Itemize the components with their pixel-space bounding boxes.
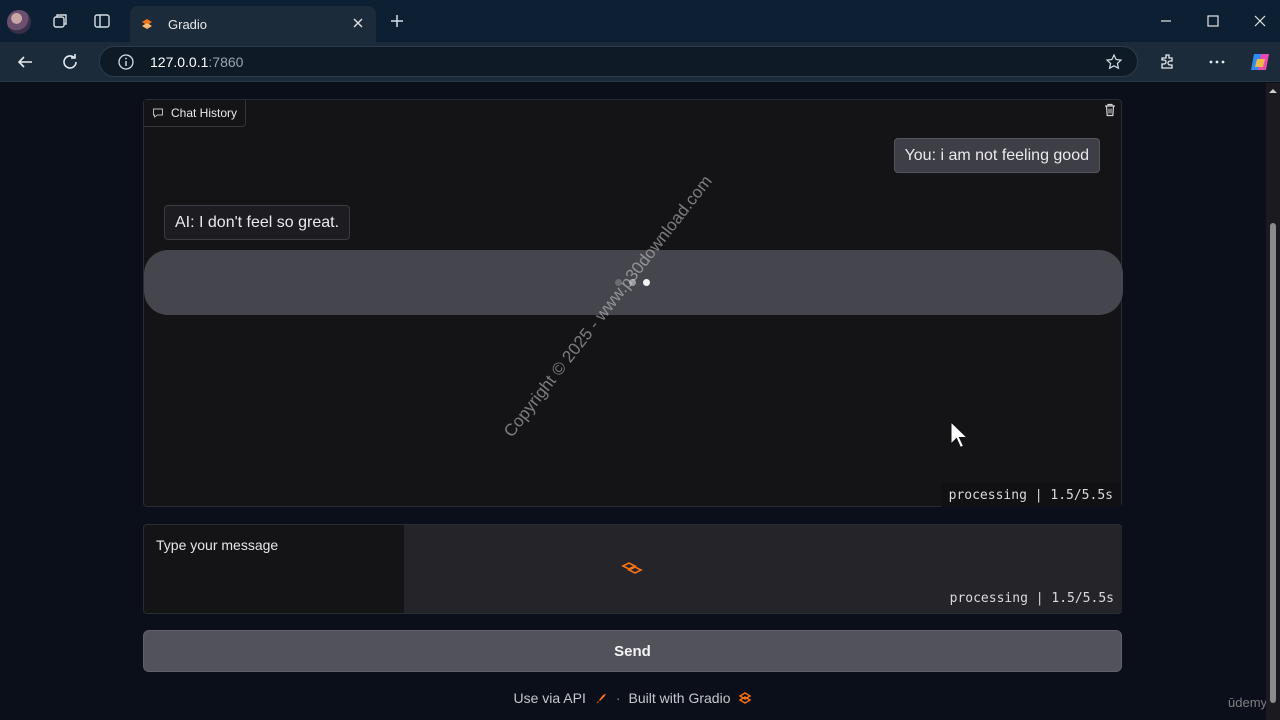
extensions-icon[interactable] bbox=[1157, 51, 1179, 73]
message-input-panel[interactable]: Type your message processing | 1.5/5.5s bbox=[143, 524, 1122, 614]
send-button[interactable]: Send bbox=[143, 630, 1122, 672]
gradio-logo-icon bbox=[739, 692, 752, 704]
close-icon[interactable] bbox=[350, 15, 366, 31]
chat-history-label: Chat History bbox=[144, 100, 247, 127]
minimize-icon[interactable] bbox=[1157, 12, 1175, 30]
address-toolbar: 127.0.0.1:7860 bbox=[0, 42, 1280, 82]
use-via-api-link[interactable]: Use via API bbox=[514, 690, 586, 706]
mouse-cursor-icon bbox=[950, 421, 968, 449]
plus-icon[interactable] bbox=[386, 10, 408, 32]
more-icon[interactable] bbox=[1206, 51, 1228, 73]
user-message-bubble: You: i am not feeling good bbox=[893, 138, 1100, 173]
page-scrollbar[interactable] bbox=[1266, 83, 1280, 720]
copilot-icon[interactable] bbox=[1248, 50, 1272, 74]
tab-title: Gradio bbox=[168, 16, 208, 32]
scroll-thumb[interactable] bbox=[1270, 223, 1276, 703]
input-processing-status: processing | 1.5/5.5s bbox=[949, 591, 1114, 606]
url-text: 127.0.0.1:7860 bbox=[150, 54, 244, 70]
gradio-page: Chat History You: i am not feeling good … bbox=[0, 83, 1268, 720]
window-close-icon[interactable] bbox=[1251, 12, 1269, 30]
maximize-icon[interactable] bbox=[1204, 12, 1222, 30]
info-icon[interactable] bbox=[117, 53, 135, 71]
message-input-label: Type your message bbox=[156, 537, 279, 553]
star-icon[interactable] bbox=[1105, 53, 1123, 71]
active-tab[interactable]: Gradio bbox=[130, 6, 376, 42]
built-with-gradio-link[interactable]: Built with Gradio bbox=[629, 690, 731, 706]
footer: Use via API · Built with Gradio bbox=[0, 688, 1266, 708]
chatbot-panel[interactable]: Chat History You: i am not feeling good … bbox=[143, 99, 1123, 507]
footer-separator: · bbox=[615, 690, 621, 706]
collections-icon[interactable] bbox=[49, 10, 71, 32]
gradio-loader-icon bbox=[621, 562, 643, 574]
typing-dot bbox=[643, 279, 650, 286]
bot-message-bubble: AI: I don't feel so great. bbox=[164, 205, 351, 240]
tab-actions-icon[interactable] bbox=[91, 10, 113, 32]
url-bar[interactable]: 127.0.0.1:7860 bbox=[99, 46, 1138, 77]
scroll-up-arrow-icon[interactable] bbox=[1269, 87, 1277, 95]
browser-tab-bar: Gradio bbox=[0, 0, 1280, 42]
refresh-icon[interactable] bbox=[59, 51, 81, 73]
back-icon[interactable] bbox=[14, 51, 36, 73]
chat-bubble-icon bbox=[153, 108, 163, 118]
profile-avatar[interactable] bbox=[7, 10, 31, 34]
gradio-favicon-icon bbox=[142, 19, 152, 29]
trash-icon[interactable] bbox=[1102, 102, 1118, 118]
udemy-watermark: ūdemy bbox=[1228, 695, 1268, 710]
input-loading-overlay: processing | 1.5/5.5s bbox=[404, 525, 1122, 613]
rocket-icon bbox=[596, 693, 606, 704]
chat-processing-status: processing | 1.5/5.5s bbox=[940, 483, 1121, 507]
